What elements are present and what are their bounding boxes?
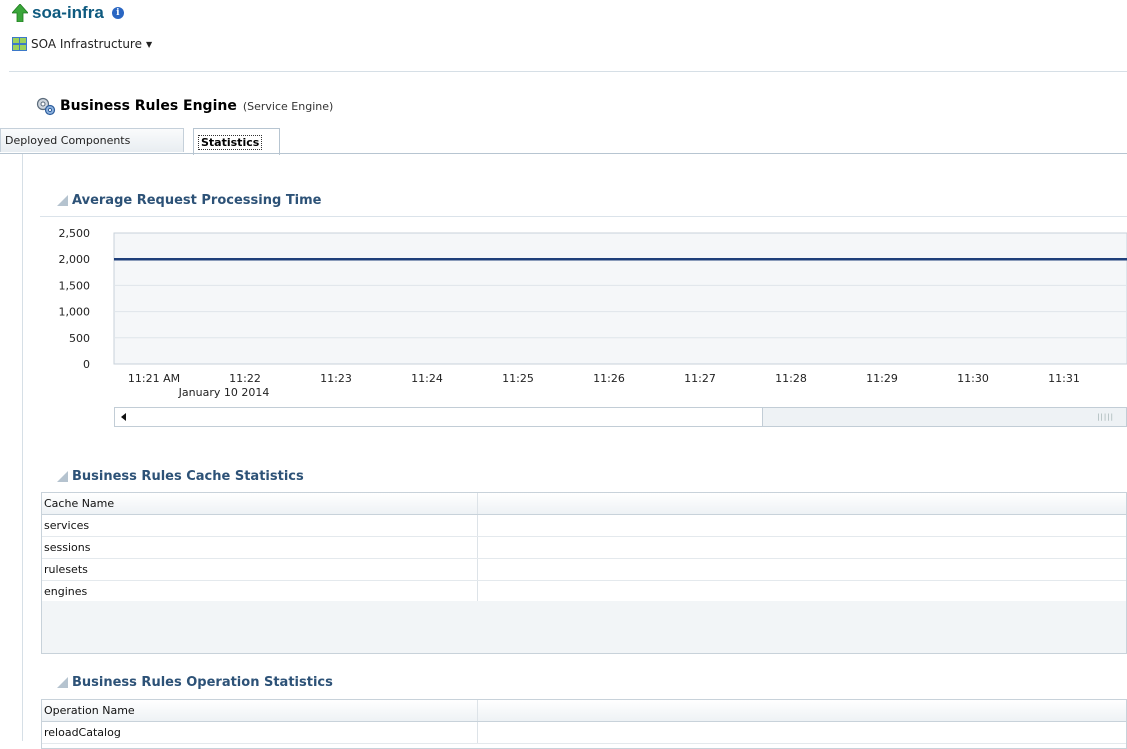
- page-title-bar: soa-infra i: [12, 2, 124, 24]
- cache-statistics-table: Cache Name services sessions rulesets engin…: [41, 492, 1127, 654]
- table-header-row: Operation Name: [42, 700, 1126, 722]
- up-arrow-icon[interactable]: [12, 4, 28, 22]
- collapse-triangle-icon[interactable]: [57, 677, 68, 688]
- processing-time-chart: 2,5002,0001,5001,0005000 11:21 AM 11:22 11…: [59, 227, 1127, 399]
- x-tick-label: 11:21 AM: [128, 372, 180, 385]
- page-title: soa-infra: [32, 3, 104, 22]
- chart-time-scrollbar[interactable]: |||||: [114, 407, 1127, 427]
- column-header-blank: [478, 700, 1126, 721]
- scrollbar-track[interactable]: [763, 408, 1126, 426]
- scrollbar-visible-range[interactable]: [115, 408, 763, 426]
- x-tick-label: 11:30: [957, 372, 989, 385]
- cache-panel-header[interactable]: Business Rules Cache Statistics: [57, 469, 304, 484]
- tab-label: Statistics: [198, 134, 263, 150]
- x-tick-label: 11:25: [502, 372, 534, 385]
- table-cell-blank: [478, 559, 1126, 580]
- table-cell-blank: [478, 515, 1126, 536]
- target-menu-label: SOA Infrastructure: [31, 37, 142, 51]
- column-header-operation-name[interactable]: Operation Name: [42, 700, 478, 721]
- x-tick-label: 11:31: [1048, 372, 1080, 385]
- soa-infrastructure-icon: [12, 37, 27, 51]
- table-cell-name: engines: [42, 581, 478, 602]
- y-tick-label: 2,500: [59, 227, 91, 240]
- operation-statistics-table: Operation Name reloadCatalog: [41, 699, 1127, 749]
- gears-icon: [36, 97, 56, 116]
- y-tick-label: 500: [69, 332, 90, 345]
- table-cell-name: rulesets: [42, 559, 478, 580]
- x-axis-ticks: 11:21 AM 11:22 11:23 11:24 11:25 11:26 11:27 11…: [128, 372, 1080, 399]
- table-cell-name: sessions: [42, 537, 478, 558]
- x-tick-label: 11:23: [320, 372, 352, 385]
- table-row[interactable]: engines: [42, 581, 1126, 603]
- chart-panel-header[interactable]: Average Request Processing Time: [57, 193, 322, 208]
- chart-grid: [113, 232, 1127, 365]
- scroll-left-icon[interactable]: [121, 413, 126, 421]
- tab-divider: [0, 153, 1127, 154]
- x-tick-label: 11:29: [866, 372, 898, 385]
- table-header-row: Cache Name: [42, 493, 1126, 515]
- info-icon[interactable]: i: [111, 7, 124, 19]
- x-tick-label: 11:27: [684, 372, 716, 385]
- y-tick-label: 1,000: [59, 306, 91, 319]
- table-cell-blank: [478, 581, 1126, 602]
- table-row[interactable]: rulesets: [42, 559, 1126, 581]
- collapse-triangle-icon[interactable]: [57, 471, 68, 482]
- table-row[interactable]: services: [42, 515, 1126, 537]
- x-tick-label: 11:28: [775, 372, 807, 385]
- engine-title: Business Rules Engine: [60, 98, 237, 114]
- panel-divider: [40, 216, 1127, 217]
- tab-bar: Deployed Components Statistics: [0, 128, 1127, 155]
- tab-label: Deployed Components: [5, 134, 131, 147]
- target-menu[interactable]: SOA Infrastructure ▼: [12, 37, 152, 51]
- table-cell-name: reloadCatalog: [42, 722, 478, 743]
- y-axis-ticks: 2,500 2,000 1,500 1,000 500 0: [59, 227, 91, 371]
- plot-area: [113, 232, 1127, 365]
- tab-deployed-components[interactable]: Deployed Components: [0, 128, 184, 152]
- table-row[interactable]: sessions: [42, 537, 1126, 559]
- x-date-label: January 10 2014: [178, 386, 270, 399]
- operation-panel-header[interactable]: Business Rules Operation Statistics: [57, 675, 333, 690]
- engine-subtitle: (Service Engine): [242, 99, 334, 113]
- table-cell-blank: [478, 722, 1126, 743]
- column-header-cache-name[interactable]: Cache Name: [42, 493, 478, 514]
- header-divider: [9, 71, 1127, 72]
- cache-panel-title: Business Rules Cache Statistics: [72, 469, 304, 484]
- grip-icon[interactable]: |||||: [1097, 413, 1114, 421]
- y-tick-label: 1,500: [59, 279, 91, 292]
- chart-panel-title: Average Request Processing Time: [72, 193, 322, 208]
- table-cell-blank: [478, 537, 1126, 558]
- y-tick-label: 2,000: [59, 253, 91, 266]
- tab-statistics[interactable]: Statistics: [193, 128, 280, 155]
- collapse-triangle-icon[interactable]: [57, 195, 68, 206]
- y-tick-label: 0: [83, 358, 90, 371]
- engine-heading: Business Rules Engine (Service Engine): [36, 96, 333, 116]
- table-empty-area: [42, 601, 1126, 653]
- table-cell-name: services: [42, 515, 478, 536]
- content-left-border: [22, 154, 23, 741]
- x-tick-label: 11:22: [229, 372, 261, 385]
- x-tick-label: 11:24: [411, 372, 443, 385]
- operation-panel-title: Business Rules Operation Statistics: [72, 675, 333, 690]
- chevron-down-icon: ▼: [146, 39, 153, 49]
- x-tick-label: 11:26: [593, 372, 625, 385]
- column-header-blank: [478, 493, 1126, 514]
